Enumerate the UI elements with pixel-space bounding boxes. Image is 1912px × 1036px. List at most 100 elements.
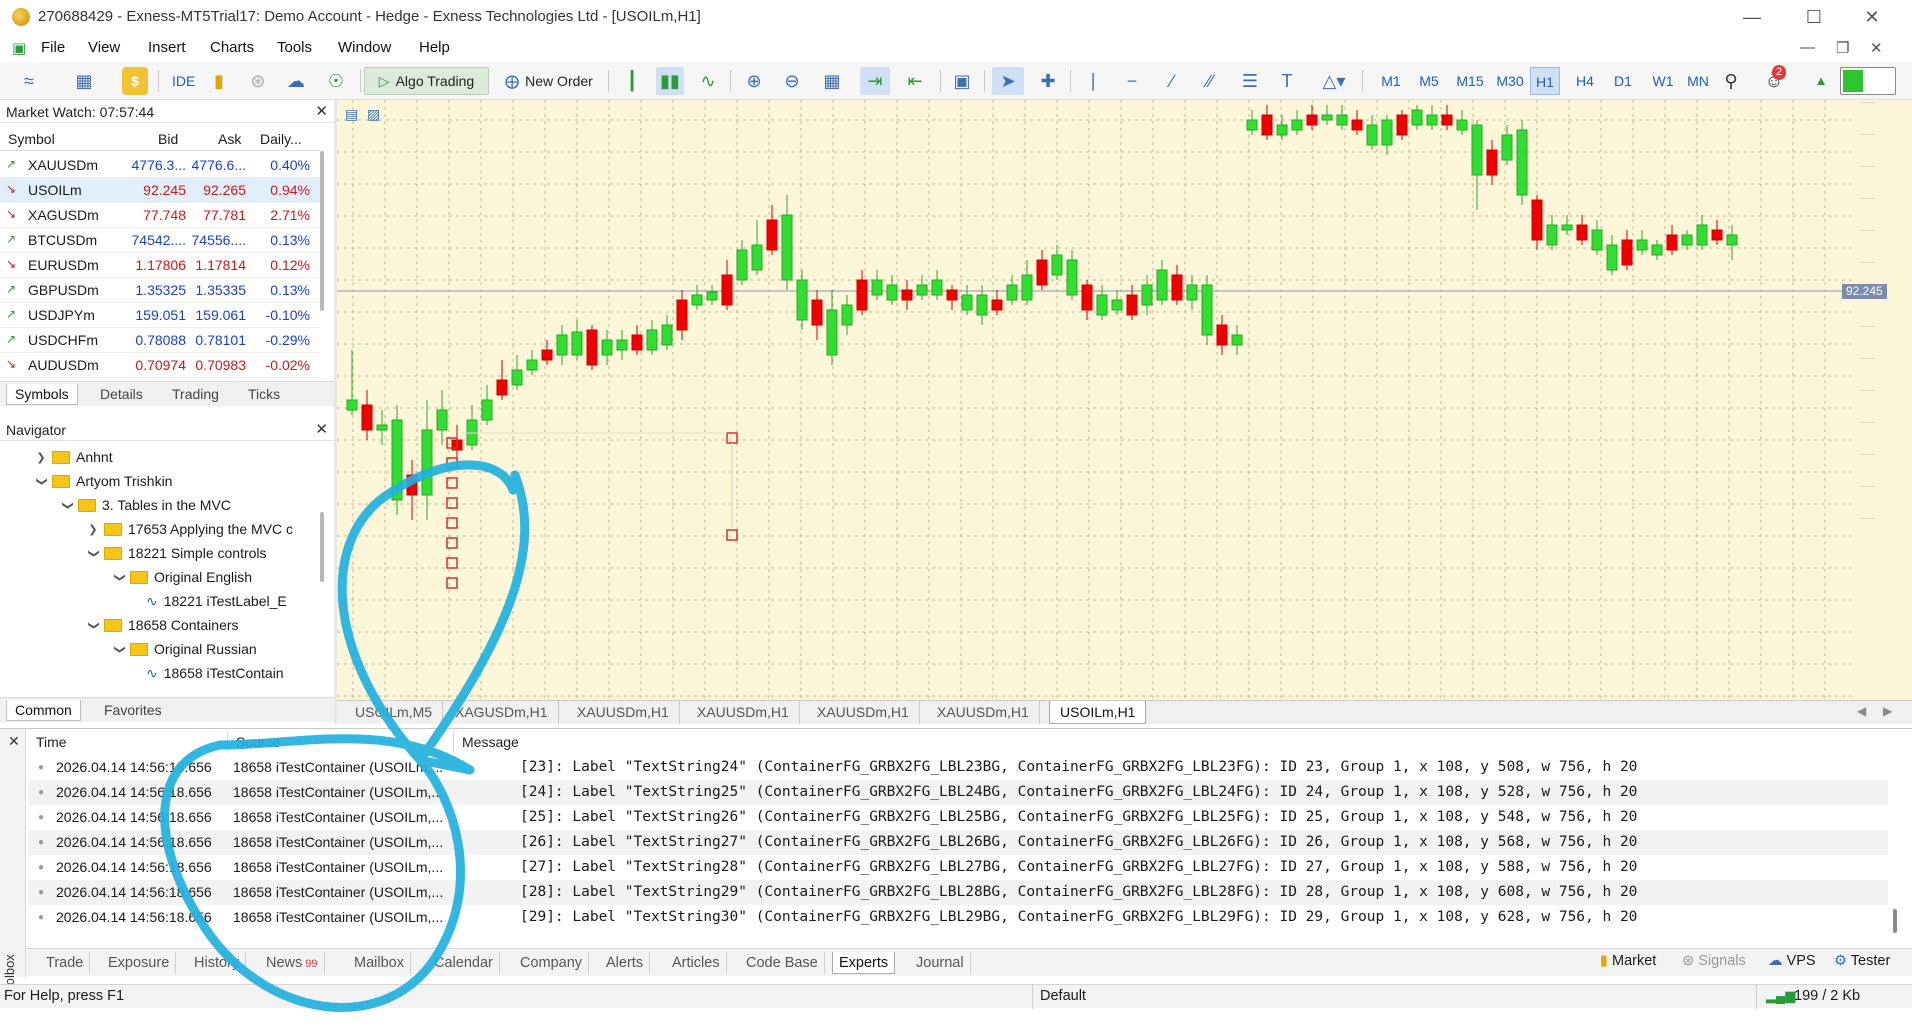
level-icon[interactable]: ▲ (1808, 67, 1834, 95)
navigator-item[interactable]: ∿ 18658 iTestContain (146, 662, 284, 684)
zoom-in-icon[interactable]: ⊕ (740, 67, 768, 95)
cloud-icon[interactable]: ☁ (282, 67, 310, 95)
chart-tab-1[interactable]: USOILm,M5 (345, 701, 444, 724)
tabs-scroll-left-icon[interactable]: ◀ (1857, 704, 1866, 718)
tf-w1[interactable]: W1 (1648, 67, 1678, 95)
templates-icon[interactable]: ▦ (70, 67, 98, 95)
market-watch-row[interactable]: ↘ AUDUSDm 0.70974 0.70983 -0.02% (0, 353, 320, 378)
dollar-icon[interactable]: $ (122, 67, 148, 95)
market-watch-row[interactable]: ↘ EURUSDm 1.17806 1.17814 0.12% (0, 253, 320, 278)
tab-alerts[interactable]: Alerts (600, 952, 651, 974)
trendline-icon[interactable]: ∕ (1158, 67, 1186, 95)
candlestick-icon[interactable]: ▮▮ (656, 67, 684, 95)
signals-button[interactable]: ⊛ Signals (1682, 953, 1746, 969)
tf-m1[interactable]: M1 (1376, 67, 1406, 95)
tab-favorites[interactable]: Favorites (96, 700, 170, 721)
market-watch-row[interactable]: ↗ USDJPYm 159.051 159.061 -0.10% (0, 303, 320, 328)
chart-tab-3[interactable]: XAUUSDm,H1 (567, 701, 680, 724)
chart-tab-4[interactable]: XAUUSDm,H1 (687, 701, 800, 724)
vertical-line-icon[interactable]: ∣ (1080, 67, 1106, 95)
col-source[interactable]: Source (228, 731, 454, 753)
tf-d1[interactable]: D1 (1608, 67, 1638, 95)
tab-details[interactable]: Details (92, 384, 151, 405)
chevron-down-icon[interactable]: ❮ (35, 474, 48, 488)
tf-m5[interactable]: M5 (1414, 67, 1444, 95)
menu-charts[interactable]: Charts (210, 39, 254, 56)
tab-trading[interactable]: Trading (164, 384, 227, 405)
col-message[interactable]: Message (454, 731, 1654, 753)
chart-object-icon[interactable]: ▨ (367, 106, 380, 123)
channel-icon[interactable]: ∕∕ (1196, 67, 1224, 95)
tab-experts[interactable]: Experts (832, 952, 896, 974)
market-watch-row[interactable]: ↗ XAUUSDm 4776.3... 4776.6... 0.40% (0, 153, 320, 178)
toolbox-close-icon[interactable]: ✕ (8, 733, 20, 750)
navigator-item[interactable]: ❮ Artyom Trishkin (34, 470, 173, 492)
ide-button[interactable]: IDE (166, 67, 201, 95)
tab-trade[interactable]: Trade (40, 952, 91, 974)
market-watch-row[interactable]: ↗ USDCHFm 0.78088 0.78101 -0.29% (0, 328, 320, 353)
zoom-out-icon[interactable]: ⊖ (778, 67, 806, 95)
market-watch-close-icon[interactable]: ✕ (315, 101, 328, 123)
tf-m15[interactable]: M15 (1452, 67, 1488, 95)
tf-m30[interactable]: M30 (1492, 67, 1528, 95)
market-button[interactable]: ▮ Market (1600, 953, 1656, 969)
chevron-right-icon[interactable]: ❯ (86, 523, 100, 536)
chevron-down-icon[interactable]: ❮ (113, 570, 126, 584)
navigator-close-icon[interactable]: ✕ (315, 419, 328, 441)
search-icon[interactable]: ⚲ (1718, 67, 1744, 95)
col-ask[interactable]: Ask (218, 131, 241, 147)
signal-icon[interactable]: ⊛ (245, 67, 271, 95)
market-watch-scrollbar[interactable] (320, 151, 324, 311)
horizontal-line-icon[interactable]: − (1118, 67, 1146, 95)
tab-mailbox[interactable]: Mailbox (348, 952, 411, 974)
chart-tab-7[interactable]: USOILm,H1 (1049, 701, 1147, 724)
tab-ticks[interactable]: Ticks (240, 384, 288, 405)
chevron-down-icon[interactable]: ❮ (87, 546, 100, 560)
navigator-item[interactable]: ❮ Original Russian (112, 638, 257, 660)
tab-history[interactable]: History (188, 952, 247, 974)
chart-shift-icon[interactable]: ⇤ (900, 67, 930, 95)
experts-row[interactable]: ● 2026.04.14 14:56:18.656 18658 iTestConta… (28, 830, 1888, 855)
market-watch-row[interactable]: ↗ BTCUSDm 74542.... 74556.... 0.13% (0, 228, 320, 253)
experts-row[interactable]: ● 2026.04.14 14:56:18.656 18658 iTestConta… (28, 805, 1888, 830)
grid-icon[interactable]: ▦ (818, 67, 846, 95)
navigator-item[interactable]: ❮ 3. Tables in the MVC (60, 494, 231, 516)
line-chart-icon[interactable]: ∿ (694, 67, 722, 95)
one-click-icon[interactable]: ▤ (345, 106, 358, 123)
market-watch-row[interactable]: ↘ USOILm 92.245 92.265 0.94% (0, 178, 320, 203)
chart-tab-6[interactable]: XAUUSDm,H1 (927, 701, 1040, 724)
tester-button[interactable]: ⚙ Tester (1834, 953, 1890, 969)
market-watch-row[interactable]: ↗ GBPUSDm 1.35325 1.35335 0.13% (0, 278, 320, 303)
tab-articles[interactable]: Articles (666, 952, 727, 974)
fibonacci-icon[interactable]: ☰ (1236, 67, 1264, 95)
tab-company[interactable]: Company (514, 952, 590, 974)
menu-help[interactable]: Help (419, 39, 450, 56)
auto-scroll-icon[interactable]: ⇥ (860, 67, 890, 95)
col-daily[interactable]: Daily... (260, 131, 302, 147)
minimize-button[interactable]: — (1732, 4, 1772, 30)
close-button[interactable]: ✕ (1852, 4, 1892, 30)
vps-icon[interactable]: ☉ (322, 67, 350, 95)
menu-view[interactable]: View (88, 39, 120, 56)
crosshair-icon[interactable]: ✚ (1034, 67, 1062, 95)
navigator-item[interactable]: ❯ 17653 Applying the MVC c (86, 518, 293, 540)
experts-row[interactable]: ● 2026.04.14 14:56:18.656 18658 iTestConta… (28, 755, 1888, 780)
navigator-item[interactable]: ❯ Anhnt (34, 446, 112, 468)
navigator-scrollbar[interactable] (320, 512, 324, 582)
new-order-button[interactable]: ⨁ New Order (496, 67, 602, 95)
lock-icon[interactable]: ▮ (206, 67, 232, 95)
navigator-item[interactable]: ❮ 18221 Simple controls (86, 542, 267, 564)
text-icon[interactable]: T (1274, 67, 1300, 95)
navigator-item[interactable]: ❮ 18658 Containers (86, 614, 239, 636)
mdi-minimize-icon[interactable]: — (1800, 39, 1815, 56)
tab-common[interactable]: Common (6, 700, 81, 721)
experts-row[interactable]: ● 2026.04.14 14:56:18.656 18658 iTestConta… (28, 780, 1888, 805)
experts-row[interactable]: ● 2026.04.14 14:56:18.656 18658 iTestConta… (28, 905, 1888, 930)
shapes-icon[interactable]: △▾ (1312, 67, 1356, 95)
navigator-item[interactable]: ❮ Original English (112, 566, 253, 588)
price-chart[interactable]: ──────────────────────────── ▤ ▨ 92.245 (337, 100, 1912, 700)
experts-row[interactable]: ● 2026.04.14 14:56:18.656 18658 iTestConta… (28, 855, 1888, 880)
menu-insert[interactable]: Insert (148, 39, 186, 56)
menu-window[interactable]: Window (338, 39, 391, 56)
navigator-item[interactable]: ∿ 18221 iTestLabel_E (146, 590, 287, 612)
